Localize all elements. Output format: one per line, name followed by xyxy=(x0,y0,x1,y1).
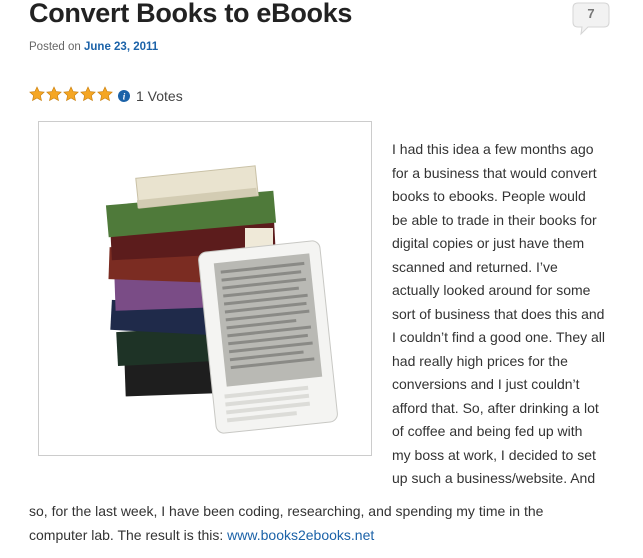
comment-count: 7 xyxy=(587,6,595,21)
body-line: sort of business that does this and xyxy=(392,305,605,322)
post-date-link[interactable]: June 23, 2011 xyxy=(84,41,158,53)
star-icon[interactable] xyxy=(46,85,62,102)
body-line: so, for the last week, I have been codin… xyxy=(29,503,544,519)
books2ebooks-link[interactable]: www.books2ebooks.net xyxy=(227,527,374,543)
body-line: afford that. So, after drinking a lot xyxy=(392,399,599,416)
body-line: I had this idea a few months ago xyxy=(392,141,594,157)
star-icon[interactable] xyxy=(97,85,113,102)
star-icon[interactable] xyxy=(80,85,96,102)
post-image[interactable] xyxy=(45,128,365,449)
body-line: conversions and I just couldn’t xyxy=(392,376,580,392)
comment-count-bubble[interactable]: 7 xyxy=(572,2,610,36)
post-meta: Posted on June 23, 2011 xyxy=(29,41,158,53)
post-image-frame xyxy=(38,121,372,456)
body-line: I couldn’t find a good one. They all xyxy=(392,329,606,345)
body-line: up such a business/website. And xyxy=(392,470,596,486)
body-line: for a business that would convert xyxy=(392,164,597,181)
star-rating[interactable] xyxy=(29,85,114,107)
info-icon[interactable]: i xyxy=(118,90,130,102)
posted-on-label: Posted on xyxy=(29,41,81,53)
body-line-prefix: computer lab. The result is this: xyxy=(29,526,228,543)
body-line: books to ebooks. People would xyxy=(392,188,586,204)
body-line: actually looked around for some xyxy=(392,282,591,298)
post-title[interactable]: Convert Books to eBooks xyxy=(29,0,352,29)
body-line-with-link: computer lab. The result is this: www.bo… xyxy=(29,524,629,548)
body-line: be able to trade in their books for xyxy=(392,211,597,228)
post-body-continued: so, for the last week, I have been codin… xyxy=(29,500,629,547)
post-body-wrapped: I had this idea a few months ago for a bu… xyxy=(392,138,632,491)
body-line: scanned and returned. I’ve xyxy=(392,258,558,275)
star-icon[interactable] xyxy=(63,85,79,102)
star-icon[interactable] xyxy=(29,85,45,102)
rating-widget: i 1 Votes xyxy=(29,85,183,107)
body-line: my boss at work, I decided to set xyxy=(392,446,596,463)
books-and-ereader-illustration xyxy=(105,165,338,434)
body-line: of coffee and being fed up with xyxy=(392,423,583,439)
body-line: had really high prices for the xyxy=(392,352,568,369)
votes-count: 1 Votes xyxy=(136,88,183,104)
body-line: digital copies or just have them xyxy=(392,235,585,251)
